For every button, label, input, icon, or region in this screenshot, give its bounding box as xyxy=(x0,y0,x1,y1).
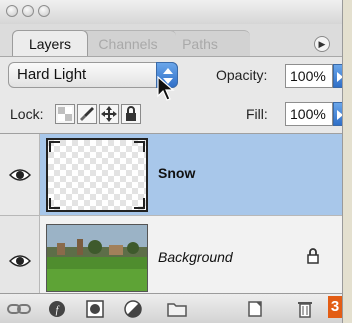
opacity-label: Opacity: xyxy=(216,67,268,83)
opacity-field[interactable]: 100% xyxy=(285,64,333,88)
new-layer-icon xyxy=(248,301,262,317)
minimize-window-button[interactable] xyxy=(22,5,34,17)
fill-slider-arrow[interactable] xyxy=(333,102,342,126)
snow-layer-thumbnail xyxy=(46,138,148,212)
half-circle-icon xyxy=(124,300,142,318)
eye-icon xyxy=(9,169,31,181)
trash-icon xyxy=(298,302,312,318)
new-layer-button[interactable] xyxy=(242,298,268,320)
layer-row-snow[interactable]: Snow xyxy=(0,134,342,216)
fill-field[interactable]: 100% xyxy=(285,102,333,126)
blend-mode-select[interactable]: Hard Light xyxy=(8,62,178,88)
layer-row-background[interactable]: Background xyxy=(0,216,342,294)
checkerboard-icon xyxy=(58,107,72,121)
lock-image-pixels-button[interactable] xyxy=(77,104,97,124)
visibility-toggle[interactable] xyxy=(0,134,40,215)
lock-icon xyxy=(126,106,136,121)
palette-tabs: Paths Channels Layers ▶ xyxy=(0,24,342,57)
close-window-button[interactable] xyxy=(6,5,18,17)
layer-name-background: Background xyxy=(158,249,233,265)
chain-link-icon xyxy=(7,304,31,314)
new-group-button[interactable] xyxy=(164,298,190,320)
lock-transparent-pixels-button[interactable] xyxy=(55,104,75,124)
landscape-photo-icon xyxy=(47,225,147,291)
layers-list: Snow Background xyxy=(0,133,342,294)
zoom-window-button[interactable] xyxy=(38,5,50,17)
page-margin xyxy=(343,0,352,323)
step-number-badge: 3 xyxy=(328,296,342,318)
layer-style-button[interactable]: f xyxy=(44,298,70,320)
link-layers-button[interactable] xyxy=(6,298,32,320)
palette-bottom-toolbar: f xyxy=(0,293,342,323)
add-layer-mask-button[interactable] xyxy=(82,298,108,320)
palette-titlebar xyxy=(0,0,342,25)
brush-icon xyxy=(80,107,94,121)
fx-icon: f xyxy=(49,301,65,317)
visibility-toggle[interactable] xyxy=(0,216,40,293)
lock-label: Lock: xyxy=(10,106,44,122)
lock-all-button[interactable] xyxy=(121,104,141,124)
background-layer-thumbnail xyxy=(46,224,148,292)
lock-position-button[interactable] xyxy=(99,104,119,124)
eye-icon xyxy=(9,255,31,267)
tab-layers[interactable]: Layers xyxy=(12,30,88,56)
opacity-slider-arrow[interactable] xyxy=(333,64,342,88)
blend-mode-value: Hard Light xyxy=(17,66,87,83)
lock-icon xyxy=(307,248,319,264)
layer-name-snow: Snow xyxy=(158,165,196,181)
tab-channels[interactable]: Channels xyxy=(80,30,176,56)
layer-mask-icon xyxy=(86,300,104,318)
transparency-checkerboard-icon xyxy=(48,140,146,210)
fill-label: Fill: xyxy=(246,106,268,122)
delete-layer-button[interactable] xyxy=(292,298,318,320)
palette-menu-icon[interactable]: ▶ xyxy=(314,36,330,52)
mouse-pointer-icon xyxy=(157,76,175,101)
folder-icon xyxy=(167,303,187,317)
move-arrows-icon xyxy=(101,106,117,122)
adjustment-layer-button[interactable] xyxy=(120,298,146,320)
layers-palette: Paths Channels Layers ▶ Hard Light Opaci… xyxy=(0,0,343,323)
